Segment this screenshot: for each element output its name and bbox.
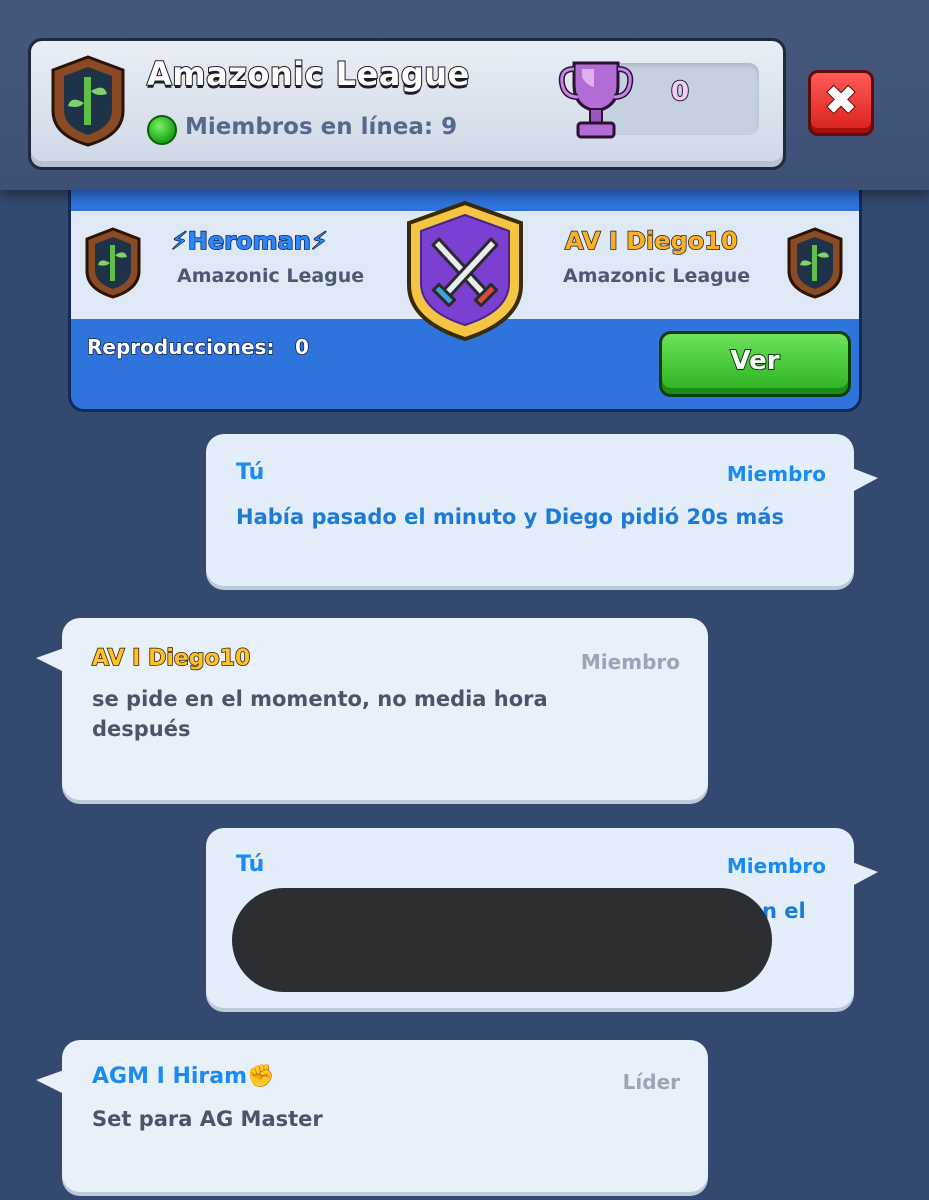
clan-badge-icon [51, 55, 125, 147]
replays-label: Reproducciones: [86, 334, 275, 360]
message-text-line1: se pide en el momento, no media hora [92, 687, 548, 711]
message-sender[interactable]: Tú [236, 852, 264, 877]
message-text: Había pasado el minuto y Diego pidió 20s… [236, 505, 785, 529]
message-sender[interactable]: Tú [236, 460, 264, 485]
message-sender[interactable]: AGM I Hiram✊ [92, 1064, 274, 1089]
clan-info-card[interactable]: Amazonic League Miembros en línea: 9 0 [28, 38, 786, 170]
chat-message-4: AGM I Hiram✊ Líder Set para AG Master [36, 1040, 708, 1192]
player1-name[interactable]: ⚡Heroman⚡ [170, 226, 328, 256]
redaction-blot [232, 888, 772, 992]
clan-badge-right-icon [787, 227, 843, 299]
message-text: Set para AG Master [92, 1107, 323, 1131]
online-status-icon [147, 115, 177, 145]
message-text-line2: después [92, 717, 191, 741]
clan-badge-left-icon [85, 227, 141, 299]
replays-count: 0 [294, 334, 309, 360]
crossed-swords-icon [407, 200, 523, 342]
view-replay-button[interactable]: Ver [659, 331, 851, 397]
trophy-count: 0 [670, 76, 690, 108]
message-role: Líder [622, 1070, 680, 1094]
chat-message-1: Tú Miembro Había pasado el minuto y Dieg… [206, 434, 878, 586]
player2-name[interactable]: AV I Diego10 [564, 226, 738, 256]
chat-message-2: AV I Diego10 Miembro se pide en el momen… [36, 618, 708, 800]
clan-header-bar: Amazonic League Miembros en línea: 9 0 ✖ [0, 0, 929, 190]
player2-clan: Amazonic League [563, 265, 751, 287]
message-role: Miembro [726, 462, 826, 486]
close-button[interactable]: ✖ [808, 70, 874, 136]
trophy-icon [558, 61, 634, 139]
message-role: Miembro [580, 650, 680, 674]
message-role: Miembro [726, 854, 826, 878]
clan-name: Amazonic League [146, 54, 470, 94]
online-members: Miembros en línea: 9 [185, 114, 458, 140]
player1-clan: Amazonic League [177, 265, 365, 287]
message-sender[interactable]: AV I Diego10 [91, 645, 251, 672]
